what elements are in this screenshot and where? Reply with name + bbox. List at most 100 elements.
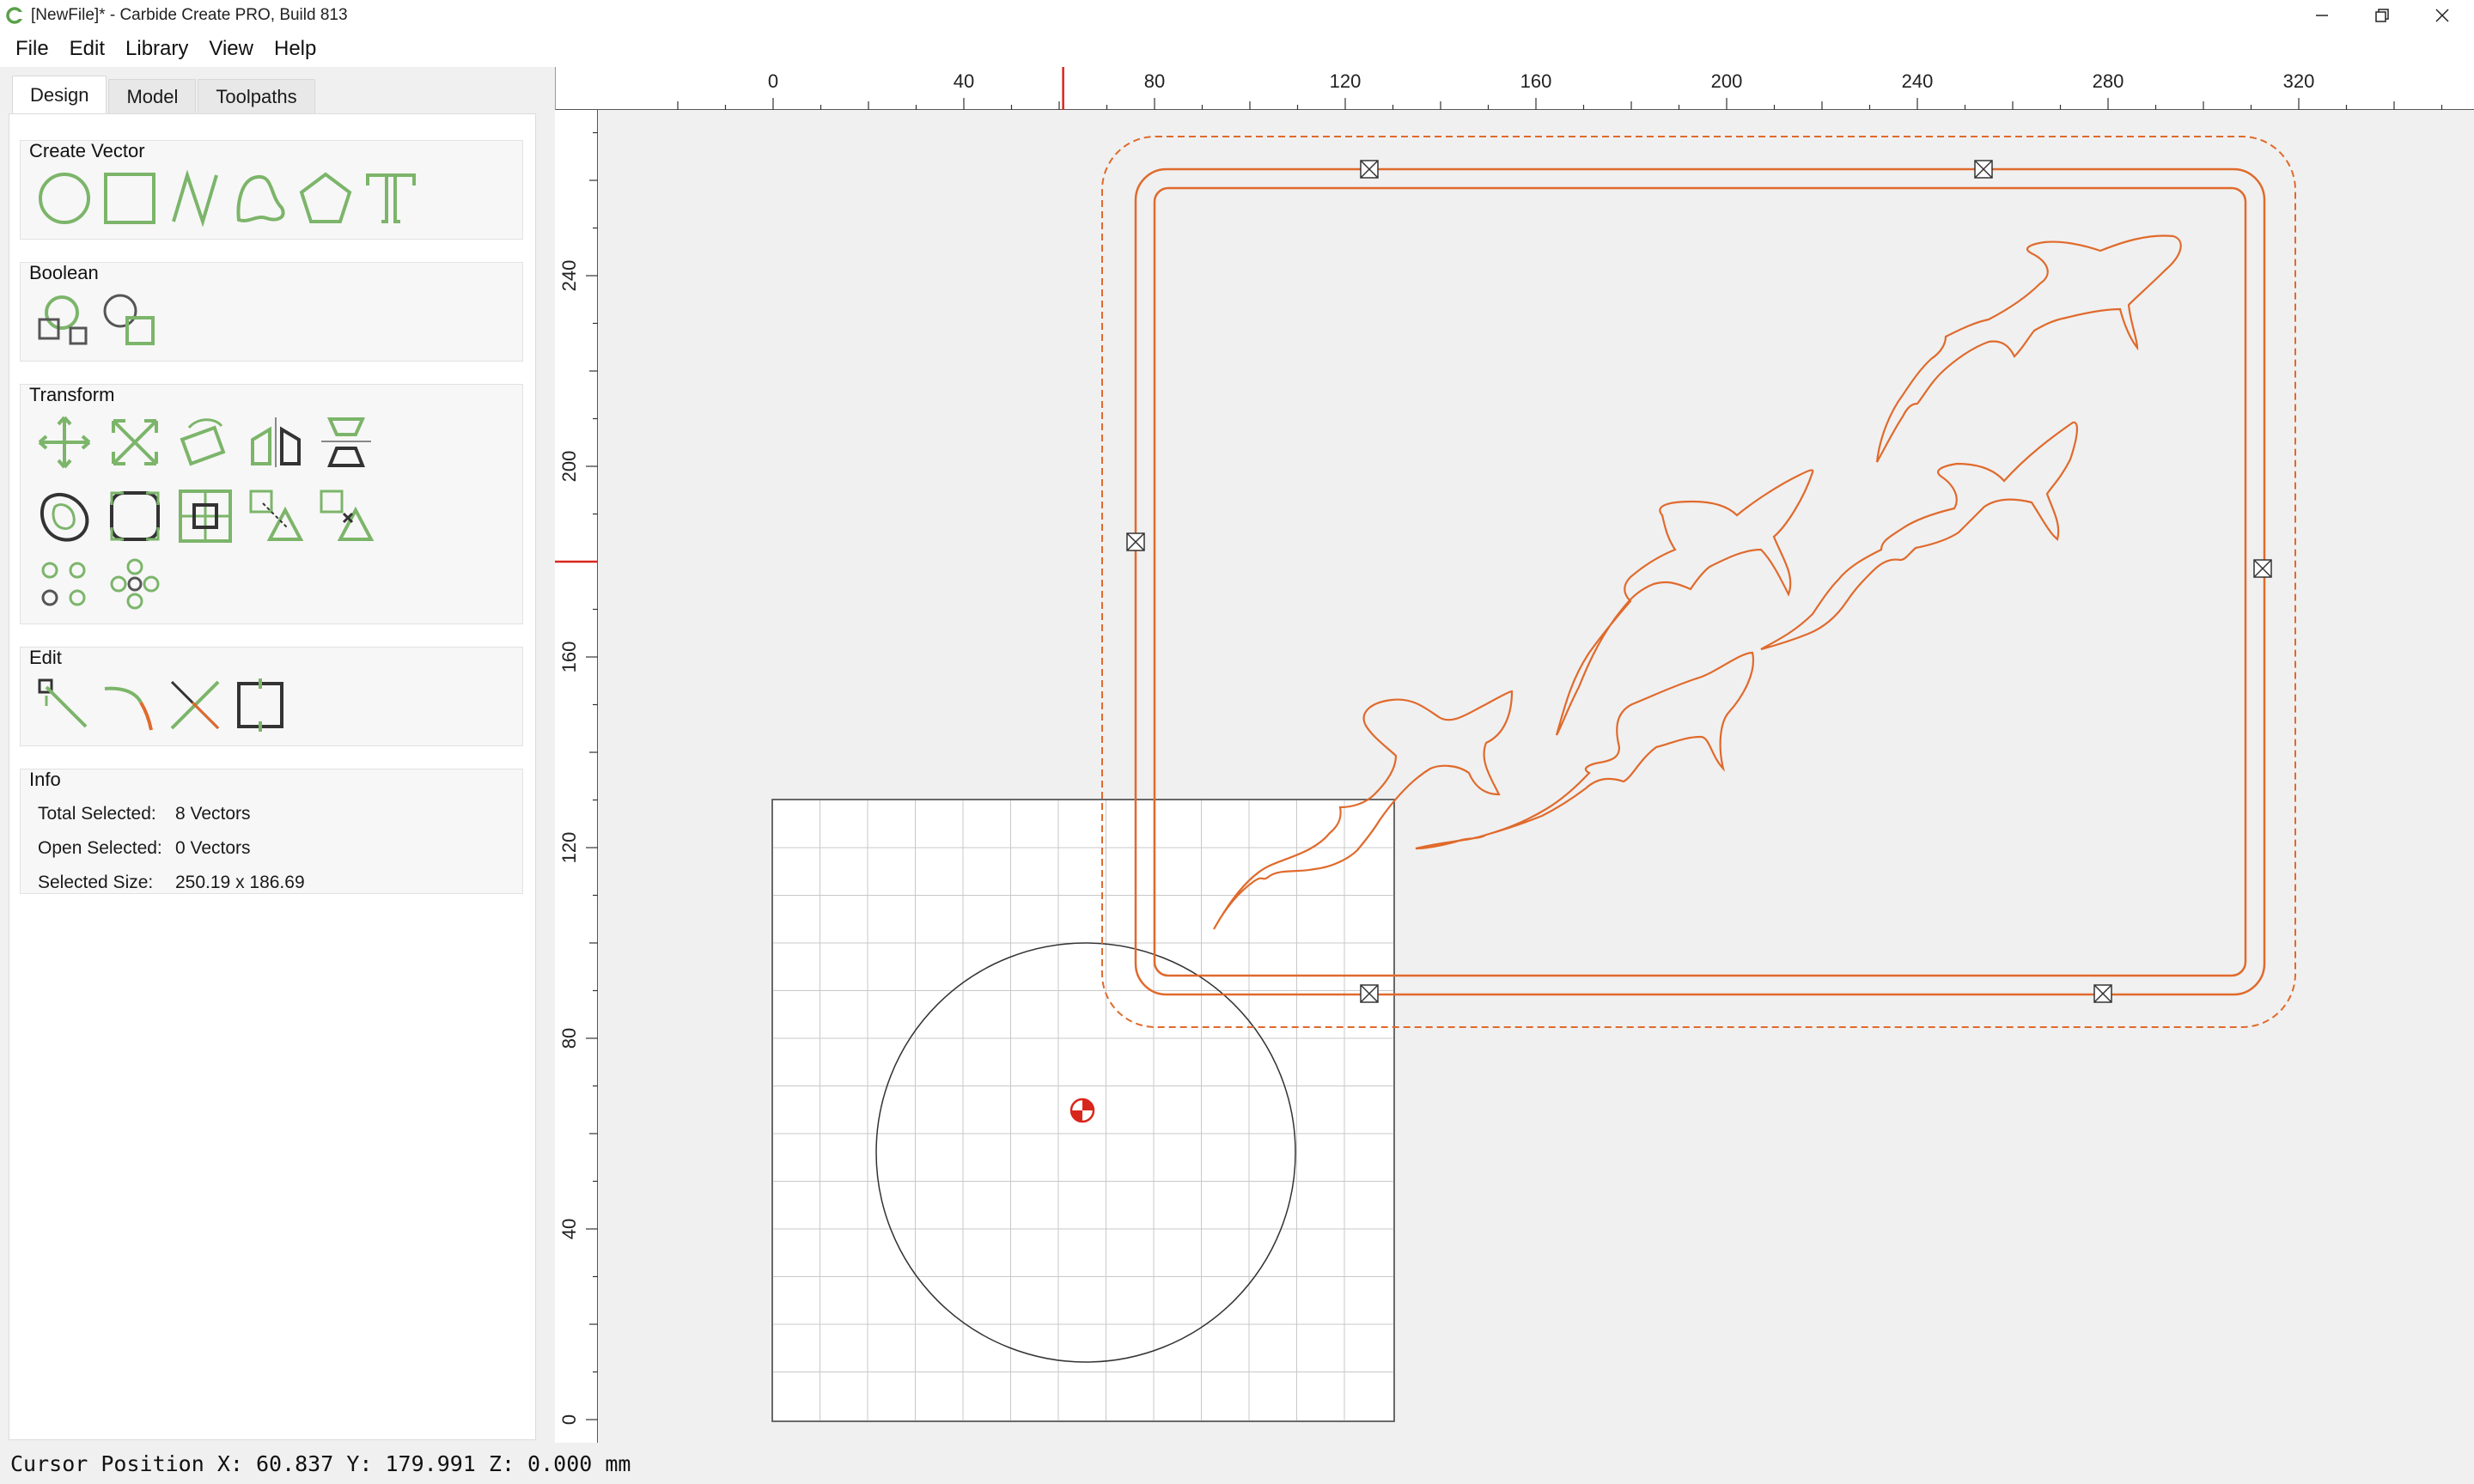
- circle-icon: [39, 173, 90, 224]
- boolean-subtract-icon: [103, 294, 155, 345]
- info-open-selected: Open Selected: 0 Vectors: [38, 838, 251, 859]
- scale-tool-button[interactable]: [107, 414, 163, 471]
- menu-bar: File Edit Library View Help: [0, 31, 2474, 67]
- circular-array-button[interactable]: [107, 556, 163, 613]
- ruler-y-label: 200: [558, 451, 580, 483]
- menu-view[interactable]: View: [198, 37, 264, 61]
- cursor-position-readout: Cursor Position X: 60.837 Y: 179.991 Z: …: [10, 1451, 631, 1476]
- menu-file[interactable]: File: [5, 37, 59, 61]
- trim-lines-button[interactable]: [167, 677, 223, 733]
- horizontal-ruler-scale: 0 40 80 120 160 200 240 280 320: [677, 67, 2443, 110]
- ruler-y-label: 80: [558, 1028, 580, 1049]
- ruler-x-label: 320: [2283, 70, 2315, 92]
- edit-group: Edit: [20, 647, 523, 746]
- grid-array-button[interactable]: [36, 556, 93, 613]
- tab-toolpaths[interactable]: Toolpaths: [198, 79, 315, 113]
- shark-vector-2[interactable]: [1415, 651, 1755, 850]
- ruler-x-label: 240: [1902, 70, 1934, 92]
- polygon-tool-button[interactable]: [297, 170, 354, 227]
- close-button[interactable]: [2412, 0, 2472, 31]
- info-group: Info Total Selected: 8 Vectors Open Sele…: [20, 769, 523, 894]
- left-panel: Design Model Toolpaths Create Vector Boo…: [0, 67, 550, 1443]
- shark-vector-4[interactable]: [1760, 421, 2078, 651]
- ruler-y-label: 0: [558, 1414, 580, 1425]
- ruler-x-label: 40: [954, 70, 974, 92]
- snap-tool-button[interactable]: [247, 488, 304, 544]
- rotate-icon: [180, 418, 226, 466]
- design-panel: Create Vector Boolean Transform Edit Inf…: [9, 113, 536, 1440]
- center-tool-button[interactable]: [177, 488, 234, 544]
- text-tool-button[interactable]: [363, 170, 419, 227]
- join-button[interactable]: [101, 677, 158, 733]
- minimize-icon: [2316, 15, 2328, 16]
- create-vector-group: Create Vector: [20, 140, 523, 240]
- tab-design[interactable]: Design: [12, 76, 107, 113]
- curve-tool-button[interactable]: [232, 170, 289, 227]
- vertical-ruler[interactable]: 240 200 160 120 80 40 0: [555, 110, 598, 1443]
- vertical-ruler-scale: 240 200 160 120 80 40 0: [555, 131, 598, 1425]
- info-total-value: 8 Vectors: [175, 804, 251, 824]
- menu-library[interactable]: Library: [115, 37, 198, 61]
- selection-handle[interactable]: [1360, 160, 1379, 179]
- mirror-icon: [251, 417, 301, 467]
- selection-handle[interactable]: [1126, 532, 1145, 551]
- tab-model[interactable]: Model: [108, 79, 197, 113]
- horizontal-ruler[interactable]: 0 40 80 120 160 200 240 280 320: [555, 67, 2474, 110]
- selection-handle[interactable]: [1974, 160, 1993, 179]
- boolean-subtract-button[interactable]: [101, 292, 158, 349]
- trim-lines-icon: [170, 680, 220, 730]
- move-arrows-icon: [38, 416, 91, 469]
- align-icon: [321, 417, 371, 467]
- move-tool-button[interactable]: [36, 414, 93, 471]
- close-icon: [2435, 9, 2449, 22]
- snap-icon: [249, 490, 304, 541]
- ruler-x-label: 0: [768, 70, 778, 92]
- node-edit-icon: [38, 678, 88, 728]
- restore-button[interactable]: [2352, 0, 2412, 31]
- info-total-selected: Total Selected: 8 Vectors: [38, 804, 251, 824]
- bounding-box-button[interactable]: [232, 677, 289, 733]
- polyline-tool-button[interactable]: [167, 170, 223, 227]
- ruler-x-label: 160: [1520, 70, 1552, 92]
- info-total-label: Total Selected:: [38, 804, 156, 824]
- circular-array-icon: [110, 558, 160, 610]
- boolean-union-button[interactable]: [36, 292, 93, 349]
- shark-vector-5[interactable]: [1875, 234, 2182, 463]
- mirror-tool-button[interactable]: [247, 414, 304, 471]
- info-open-value: 0 Vectors: [175, 838, 251, 858]
- trim-tool-button[interactable]: [318, 488, 375, 544]
- center-icon: [179, 490, 232, 543]
- info-selected-size: Selected Size: 250.19 x 186.69: [38, 873, 305, 893]
- ruler-x-label: 80: [1144, 70, 1165, 92]
- offset-icon: [40, 493, 89, 542]
- rotate-tool-button[interactable]: [177, 414, 234, 471]
- rectangle-tool-button[interactable]: [101, 170, 158, 227]
- trim-icon: [320, 490, 375, 541]
- ruler-x-label: 120: [1330, 70, 1362, 92]
- canvas-drawing: [771, 136, 2296, 1422]
- text-icon: [366, 173, 416, 223]
- ruler-x-label: 200: [1711, 70, 1743, 92]
- title-bar: [NewFile]* - Carbide Create PRO, Build 8…: [0, 0, 2474, 31]
- window-title: [NewFile]* - Carbide Create PRO, Build 8…: [31, 6, 348, 24]
- offset-tool-button[interactable]: [36, 488, 93, 544]
- shark-vector-3[interactable]: [1555, 469, 1814, 736]
- fillet-tool-button[interactable]: [107, 488, 163, 544]
- selection-handle[interactable]: [2253, 559, 2272, 578]
- scale-arrows-icon: [112, 419, 158, 465]
- menu-edit[interactable]: Edit: [59, 37, 115, 61]
- selection-handle[interactable]: [2093, 984, 2112, 1003]
- menu-help[interactable]: Help: [264, 37, 326, 61]
- ruler-x-label: 280: [2093, 70, 2124, 92]
- node-edit-button[interactable]: [36, 677, 93, 733]
- ruler-y-label: 120: [558, 832, 580, 864]
- boolean-group: Boolean: [20, 262, 523, 362]
- grid-array-icon: [41, 562, 86, 606]
- design-canvas[interactable]: [599, 111, 2474, 1443]
- align-tool-button[interactable]: [318, 414, 375, 471]
- info-size-label: Selected Size:: [38, 873, 154, 892]
- circle-tool-button[interactable]: [36, 170, 93, 227]
- minimize-button[interactable]: [2292, 0, 2352, 31]
- app-window: [NewFile]* - Carbide Create PRO, Build 8…: [0, 0, 2474, 1484]
- selection-handle[interactable]: [1360, 984, 1379, 1003]
